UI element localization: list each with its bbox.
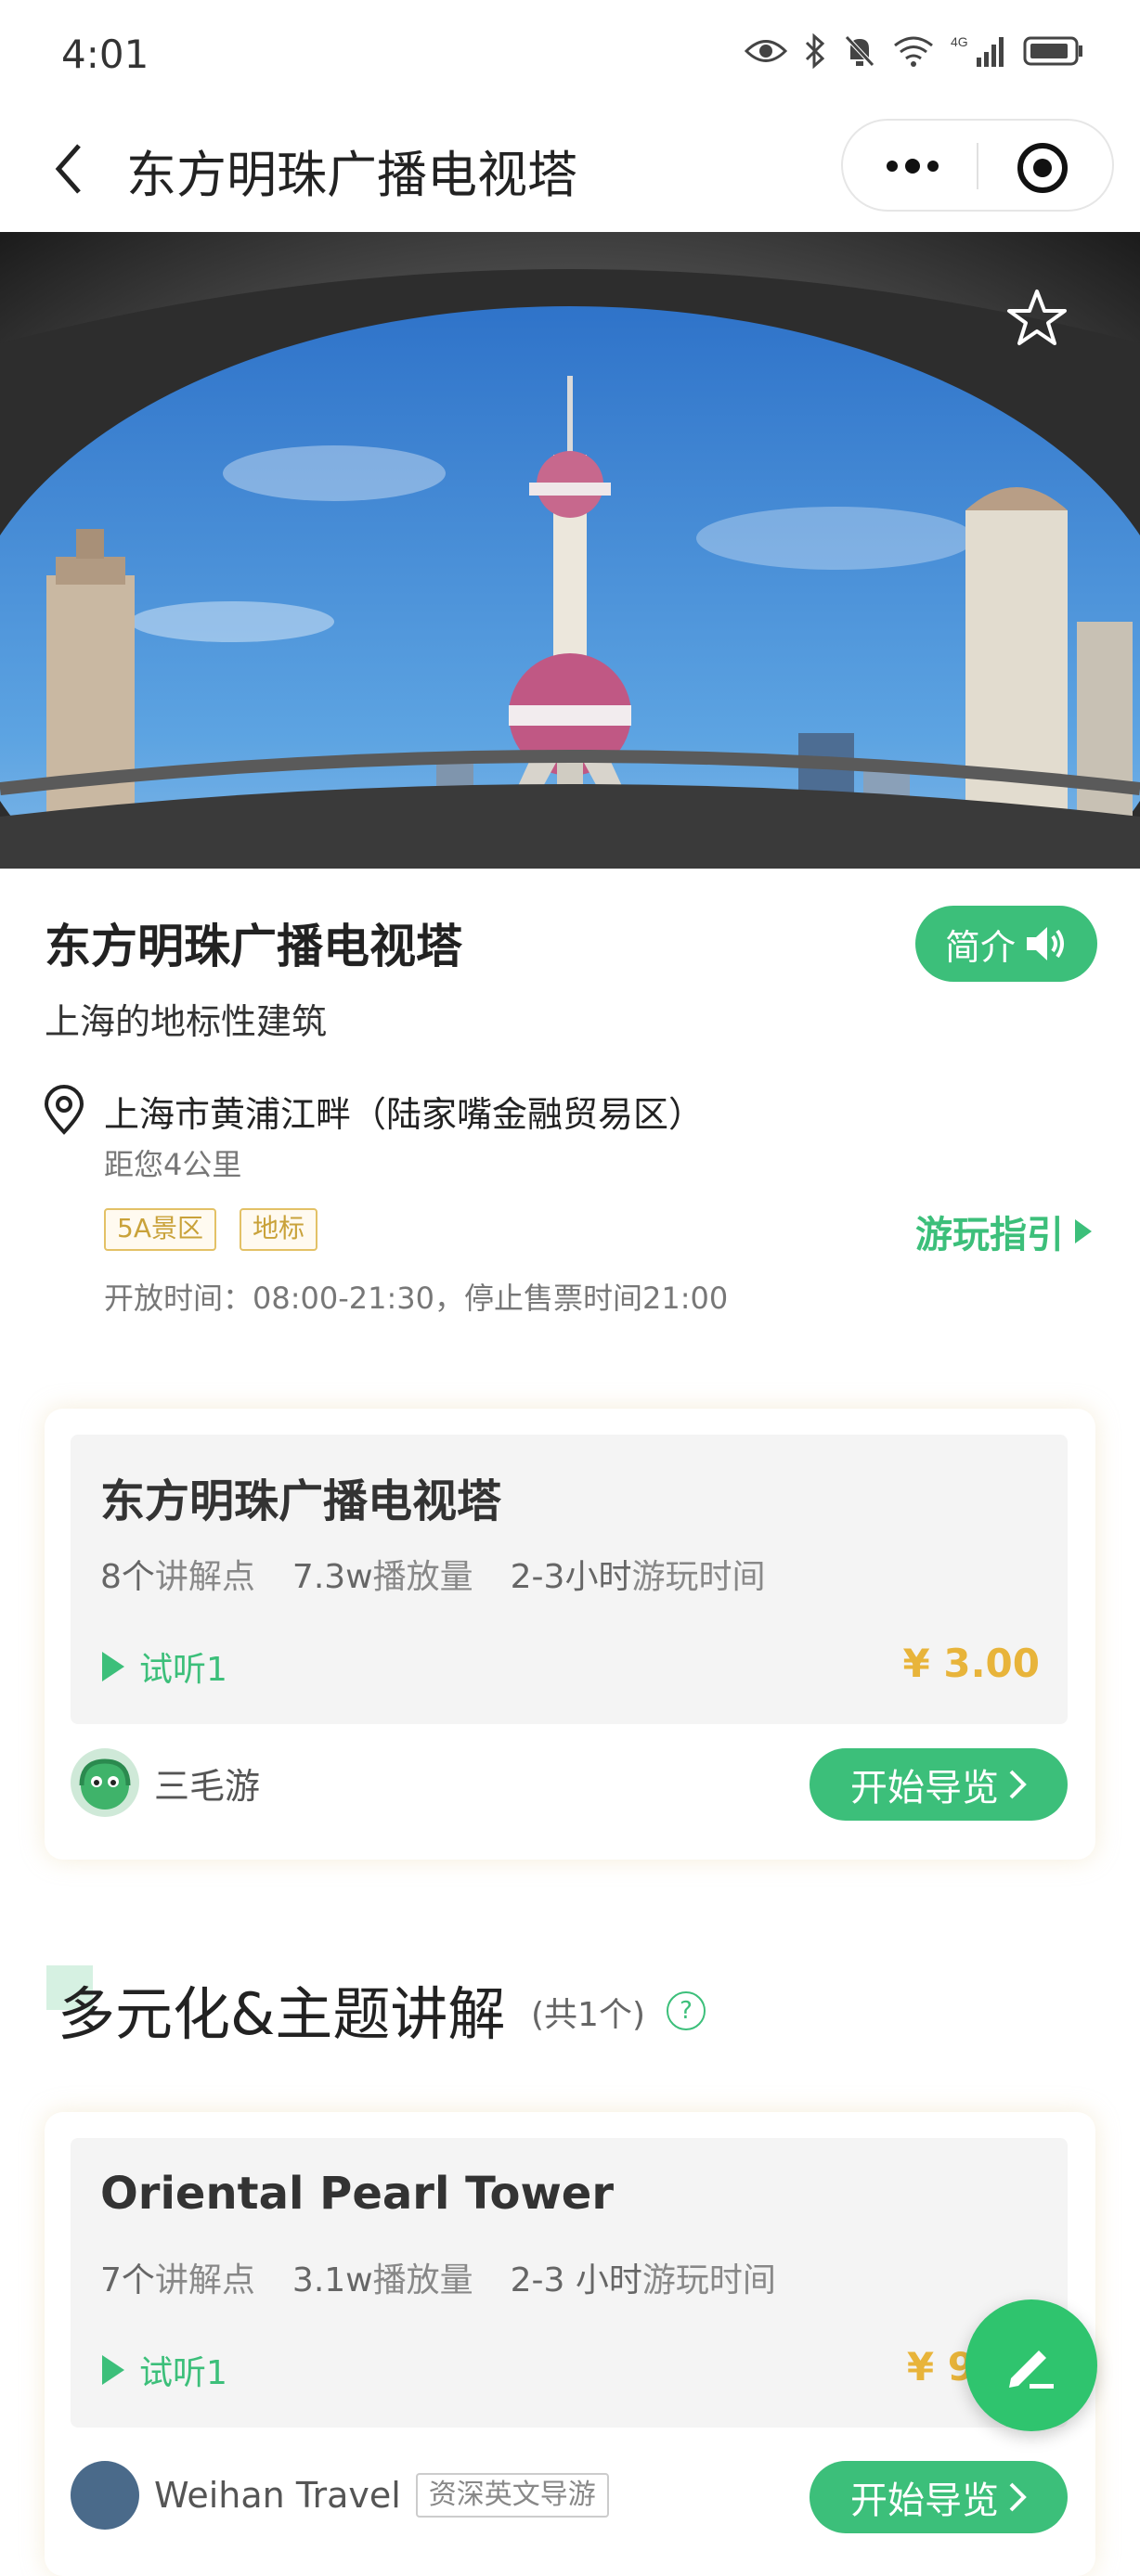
guide-title: 东方明珠广播电视塔	[100, 1475, 502, 1527]
more-button[interactable]	[880, 145, 945, 187]
status-time: 4:01	[61, 32, 149, 77]
back-icon	[55, 144, 81, 194]
tag-5a: 5A景区	[104, 1208, 216, 1251]
trial-label: 试听1	[139, 1651, 227, 1689]
author-name: Weihan Travel	[154, 2475, 401, 2516]
avatar	[71, 2461, 139, 2530]
guide-summary: 东方明珠广播电视塔 8个讲解点 7.3w播放量 2-3小时游玩时间 试听1 ¥ …	[71, 1435, 1068, 1724]
poi-title: 东方明珠广播电视塔	[45, 920, 462, 973]
location-pin-icon	[41, 1084, 87, 1136]
capsule-divider	[977, 143, 978, 189]
play-icon	[102, 1652, 124, 1681]
wifi-icon	[894, 36, 933, 67]
page-title: 东方明珠广播电视塔	[126, 146, 577, 204]
favorite-button[interactable]	[1004, 286, 1069, 351]
stat-plays: 3.1w播放量	[291, 2261, 473, 2299]
eye-icon	[745, 40, 787, 62]
status-icons: 4G	[745, 33, 1084, 69]
guide-author: 三毛游	[71, 1748, 260, 1817]
play-icon	[1075, 1219, 1092, 1243]
visit-guide-label: 游玩指引	[915, 1214, 1064, 1256]
trial-label: 试听1	[139, 2354, 227, 2392]
audio-guide-card[interactable]: 东方明珠广播电视塔 8个讲解点 7.3w播放量 2-3小时游玩时间 试听1 ¥ …	[45, 1409, 1095, 1860]
guide-price: ¥ 3.00	[902, 1641, 1040, 1686]
more-icon	[887, 159, 939, 174]
trial-listen-button[interactable]: 试听1	[100, 1642, 227, 1691]
poi-distance: 距您4公里	[104, 1147, 242, 1182]
visit-guide-link[interactable]: 游玩指引	[915, 1204, 1094, 1258]
stat-duration: 2-3 小时游玩时间	[510, 2261, 776, 2299]
mute-bell-icon	[845, 35, 874, 67]
intro-audio-button[interactable]: 简介	[915, 906, 1097, 982]
poi-address[interactable]: 上海市黄浦江畔（陆家嘴金融贸易区）	[104, 1086, 704, 1137]
tag-landmark: 地标	[240, 1208, 318, 1251]
chevron-right-icon	[1009, 1770, 1027, 1799]
guide-summary: Oriental Pearl Tower 7个讲解点 3.1w播放量 2-3 小…	[71, 2138, 1068, 2428]
author-name: 三毛游	[154, 1765, 261, 1807]
guide-stats: 7个讲解点 3.1w播放量 2-3 小时游玩时间	[100, 2253, 776, 2301]
start-label: 开始导览	[850, 2479, 999, 2522]
stat-duration: 2-3小时游玩时间	[510, 1558, 766, 1596]
nav-bar: 东方明珠广播电视塔	[0, 109, 1140, 232]
help-icon[interactable]: ?	[667, 1991, 706, 2030]
battery-icon	[1023, 36, 1082, 66]
edit-fab-button[interactable]	[965, 2299, 1097, 2431]
star-icon	[1007, 290, 1067, 345]
signal-icon: 4G	[951, 34, 1004, 67]
intro-label: 简介	[944, 926, 1016, 968]
stat-points: 7个讲解点	[100, 2261, 255, 2299]
stat-plays: 7.3w播放量	[291, 1558, 473, 1596]
bluetooth-icon	[805, 33, 825, 69]
close-miniprogram-button[interactable]	[1016, 141, 1069, 195]
speaker-icon	[1027, 927, 1064, 960]
guide-title: Oriental Pearl Tower	[100, 2168, 615, 2220]
start-label: 开始导览	[850, 1767, 999, 1810]
miniprogram-capsule	[841, 119, 1114, 212]
target-icon	[1017, 143, 1068, 193]
section-title: 多元化&主题讲解	[58, 1980, 506, 2048]
back-button[interactable]	[41, 132, 97, 206]
start-guide-button[interactable]: 开始导览	[810, 1748, 1068, 1821]
guide-stats: 8个讲解点 7.3w播放量 2-3小时游玩时间	[100, 1550, 765, 1598]
chevron-right-icon	[1009, 2482, 1027, 2512]
play-icon	[102, 2355, 124, 2385]
stat-points: 8个讲解点	[100, 1558, 255, 1596]
author-tag: 资深英文导游	[415, 2473, 609, 2518]
trial-listen-button[interactable]: 试听1	[100, 2346, 227, 2394]
opening-hours: 开放时间：08:00-21:30，停止售票时间21:00	[104, 1281, 729, 1316]
section-count: (共1个)	[531, 1996, 645, 2034]
hero-image	[0, 232, 1140, 869]
theme-guide-card[interactable]: Oriental Pearl Tower 7个讲解点 3.1w播放量 2-3 小…	[45, 2112, 1095, 2576]
start-guide-button[interactable]: 开始导览	[810, 2461, 1068, 2533]
svg-text:4G: 4G	[951, 34, 968, 49]
poi-subtitle: 上海的地标性建筑	[45, 1001, 328, 1042]
edit-icon	[1009, 2351, 1054, 2389]
tower-photo	[0, 232, 1140, 869]
status-bar: 4:01 4G	[0, 0, 1140, 109]
avatar	[71, 1748, 139, 1817]
guide-author: Weihan Travel 资深英文导游	[71, 2461, 609, 2530]
